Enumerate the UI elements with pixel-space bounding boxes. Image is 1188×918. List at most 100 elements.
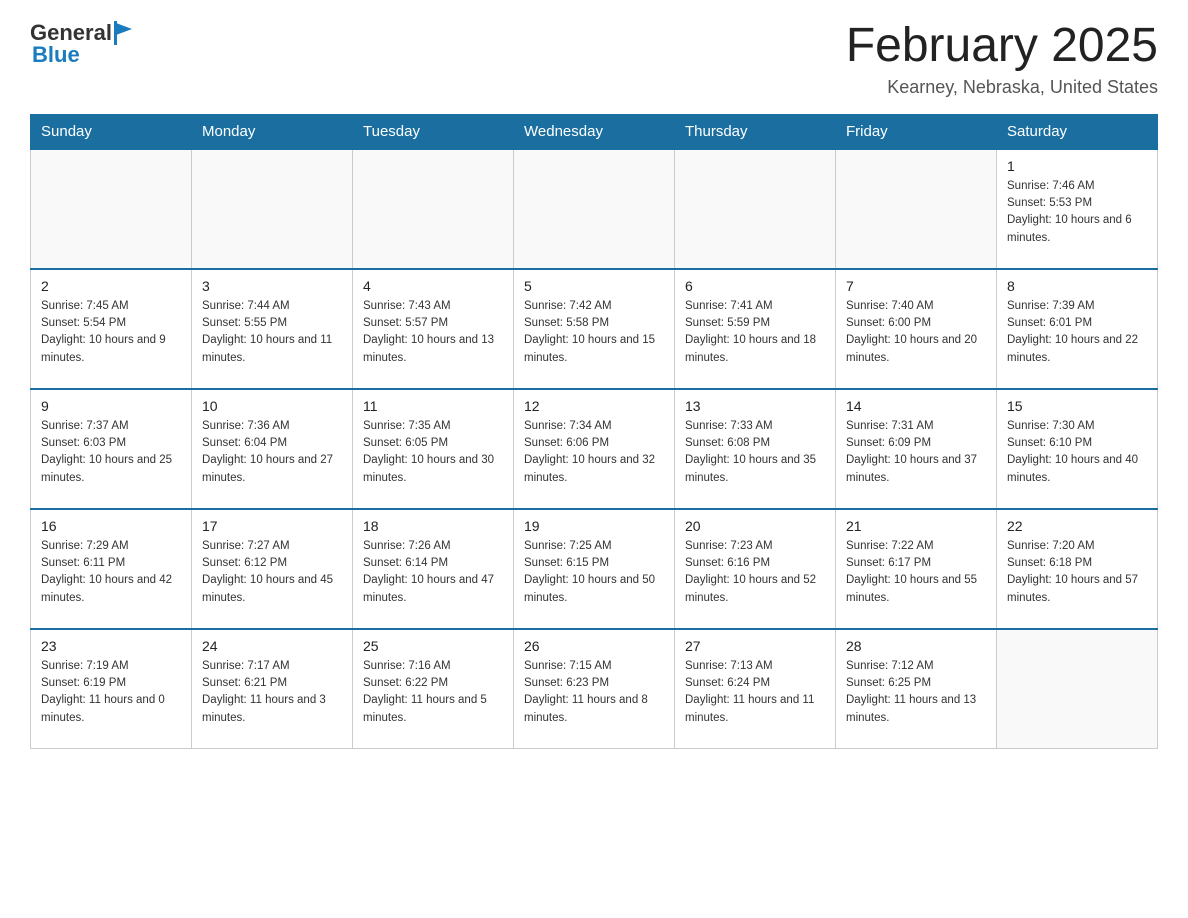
day-info: Sunrise: 7:45 AMSunset: 5:54 PMDaylight:… (41, 298, 181, 367)
calendar-day-cell: 21 Sunrise: 7:22 AMSunset: 6:17 PMDayligh… (836, 509, 997, 629)
day-of-week-header: Tuesday (353, 114, 514, 149)
calendar-day-cell: 12 Sunrise: 7:34 AMSunset: 6:06 PMDayligh… (514, 389, 675, 509)
calendar-day-cell: 5 Sunrise: 7:42 AMSunset: 5:58 PMDaylight… (514, 269, 675, 389)
day-number: 11 (363, 398, 503, 414)
day-info: Sunrise: 7:27 AMSunset: 6:12 PMDaylight:… (202, 538, 342, 607)
day-info: Sunrise: 7:31 AMSunset: 6:09 PMDaylight:… (846, 418, 986, 487)
day-number: 23 (41, 638, 181, 654)
day-number: 25 (363, 638, 503, 654)
calendar-day-cell: 19 Sunrise: 7:25 AMSunset: 6:15 PMDayligh… (514, 509, 675, 629)
day-info: Sunrise: 7:12 AMSunset: 6:25 PMDaylight:… (846, 658, 986, 727)
location-subtitle: Kearney, Nebraska, United States (846, 77, 1158, 98)
day-number: 21 (846, 518, 986, 534)
day-info: Sunrise: 7:42 AMSunset: 5:58 PMDaylight:… (524, 298, 664, 367)
calendar-day-cell: 20 Sunrise: 7:23 AMSunset: 6:16 PMDayligh… (675, 509, 836, 629)
calendar-week-row: 16 Sunrise: 7:29 AMSunset: 6:11 PMDayligh… (31, 509, 1158, 629)
day-info: Sunrise: 7:17 AMSunset: 6:21 PMDaylight:… (202, 658, 342, 727)
day-info: Sunrise: 7:33 AMSunset: 6:08 PMDaylight:… (685, 418, 825, 487)
calendar-day-cell (192, 149, 353, 269)
day-number: 4 (363, 278, 503, 294)
day-of-week-header: Saturday (997, 114, 1158, 149)
calendar-day-cell: 9 Sunrise: 7:37 AMSunset: 6:03 PMDaylight… (31, 389, 192, 509)
calendar-day-cell: 25 Sunrise: 7:16 AMSunset: 6:22 PMDayligh… (353, 629, 514, 749)
day-info: Sunrise: 7:46 AMSunset: 5:53 PMDaylight:… (1007, 178, 1147, 247)
day-number: 13 (685, 398, 825, 414)
day-number: 9 (41, 398, 181, 414)
day-number: 12 (524, 398, 664, 414)
day-info: Sunrise: 7:44 AMSunset: 5:55 PMDaylight:… (202, 298, 342, 367)
day-info: Sunrise: 7:16 AMSunset: 6:22 PMDaylight:… (363, 658, 503, 727)
day-info: Sunrise: 7:37 AMSunset: 6:03 PMDaylight:… (41, 418, 181, 487)
calendar-day-cell: 18 Sunrise: 7:26 AMSunset: 6:14 PMDayligh… (353, 509, 514, 629)
day-of-week-header: Monday (192, 114, 353, 149)
day-number: 5 (524, 278, 664, 294)
day-info: Sunrise: 7:25 AMSunset: 6:15 PMDaylight:… (524, 538, 664, 607)
calendar-day-cell: 16 Sunrise: 7:29 AMSunset: 6:11 PMDayligh… (31, 509, 192, 629)
day-info: Sunrise: 7:22 AMSunset: 6:17 PMDaylight:… (846, 538, 986, 607)
calendar-day-cell: 26 Sunrise: 7:15 AMSunset: 6:23 PMDayligh… (514, 629, 675, 749)
calendar-day-cell: 22 Sunrise: 7:20 AMSunset: 6:18 PMDayligh… (997, 509, 1158, 629)
calendar-day-cell: 24 Sunrise: 7:17 AMSunset: 6:21 PMDayligh… (192, 629, 353, 749)
calendar-day-cell: 27Sunrise: 7:13 AMSunset: 6:24 PMDayligh… (675, 629, 836, 749)
day-info: Sunrise: 7:19 AMSunset: 6:19 PMDaylight:… (41, 658, 181, 727)
calendar-day-cell (675, 149, 836, 269)
day-number: 14 (846, 398, 986, 414)
day-number: 6 (685, 278, 825, 294)
day-info: Sunrise: 7:26 AMSunset: 6:14 PMDaylight:… (363, 538, 503, 607)
day-of-week-header: Friday (836, 114, 997, 149)
calendar-day-cell (836, 149, 997, 269)
day-number: 17 (202, 518, 342, 534)
day-number: 20 (685, 518, 825, 534)
day-info: Sunrise: 7:35 AMSunset: 6:05 PMDaylight:… (363, 418, 503, 487)
calendar-day-cell (514, 149, 675, 269)
calendar-day-cell: 8 Sunrise: 7:39 AMSunset: 6:01 PMDaylight… (997, 269, 1158, 389)
day-info: Sunrise: 7:29 AMSunset: 6:11 PMDaylight:… (41, 538, 181, 607)
day-number: 16 (41, 518, 181, 534)
day-number: 18 (363, 518, 503, 534)
title-block: February 2025 Kearney, Nebraska, United … (846, 20, 1158, 98)
calendar-week-row: 23 Sunrise: 7:19 AMSunset: 6:19 PMDayligh… (31, 629, 1158, 749)
day-info: Sunrise: 7:34 AMSunset: 6:06 PMDaylight:… (524, 418, 664, 487)
calendar-day-cell: 6 Sunrise: 7:41 AMSunset: 5:59 PMDaylight… (675, 269, 836, 389)
calendar-week-row: 2 Sunrise: 7:45 AMSunset: 5:54 PMDaylight… (31, 269, 1158, 389)
page-header: General Blue February 2025 Kearney, Nebr… (30, 20, 1158, 98)
day-info: Sunrise: 7:23 AMSunset: 6:16 PMDaylight:… (685, 538, 825, 607)
day-of-week-header: Wednesday (514, 114, 675, 149)
day-of-week-header: Thursday (675, 114, 836, 149)
day-info: Sunrise: 7:30 AMSunset: 6:10 PMDaylight:… (1007, 418, 1147, 487)
day-of-week-header: Sunday (31, 114, 192, 149)
day-info: Sunrise: 7:15 AMSunset: 6:23 PMDaylight:… (524, 658, 664, 727)
calendar-day-cell: 2 Sunrise: 7:45 AMSunset: 5:54 PMDaylight… (31, 269, 192, 389)
day-info: Sunrise: 7:20 AMSunset: 6:18 PMDaylight:… (1007, 538, 1147, 607)
day-info: Sunrise: 7:43 AMSunset: 5:57 PMDaylight:… (363, 298, 503, 367)
day-number: 7 (846, 278, 986, 294)
day-number: 3 (202, 278, 342, 294)
calendar-day-cell: 1Sunrise: 7:46 AMSunset: 5:53 PMDaylight… (997, 149, 1158, 269)
calendar-day-cell: 10Sunrise: 7:36 AMSunset: 6:04 PMDayligh… (192, 389, 353, 509)
calendar-day-cell: 28 Sunrise: 7:12 AMSunset: 6:25 PMDayligh… (836, 629, 997, 749)
calendar-table: SundayMondayTuesdayWednesdayThursdayFrid… (30, 114, 1158, 750)
day-info: Sunrise: 7:41 AMSunset: 5:59 PMDaylight:… (685, 298, 825, 367)
calendar-day-cell (31, 149, 192, 269)
calendar-header-row: SundayMondayTuesdayWednesdayThursdayFrid… (31, 114, 1158, 149)
day-number: 15 (1007, 398, 1147, 414)
calendar-day-cell: 14 Sunrise: 7:31 AMSunset: 6:09 PMDayligh… (836, 389, 997, 509)
calendar-week-row: 1Sunrise: 7:46 AMSunset: 5:53 PMDaylight… (31, 149, 1158, 269)
day-number: 26 (524, 638, 664, 654)
calendar-day-cell: 15 Sunrise: 7:30 AMSunset: 6:10 PMDayligh… (997, 389, 1158, 509)
day-info: Sunrise: 7:36 AMSunset: 6:04 PMDaylight:… (202, 418, 342, 487)
month-title: February 2025 (846, 20, 1158, 73)
day-info: Sunrise: 7:39 AMSunset: 6:01 PMDaylight:… (1007, 298, 1147, 367)
day-info: Sunrise: 7:13 AMSunset: 6:24 PMDaylight:… (685, 658, 825, 727)
calendar-day-cell (353, 149, 514, 269)
day-number: 2 (41, 278, 181, 294)
calendar-week-row: 9 Sunrise: 7:37 AMSunset: 6:03 PMDaylight… (31, 389, 1158, 509)
day-number: 22 (1007, 518, 1147, 534)
calendar-day-cell: 11 Sunrise: 7:35 AMSunset: 6:05 PMDayligh… (353, 389, 514, 509)
day-number: 24 (202, 638, 342, 654)
day-number: 8 (1007, 278, 1147, 294)
day-number: 28 (846, 638, 986, 654)
calendar-day-cell: 3 Sunrise: 7:44 AMSunset: 5:55 PMDaylight… (192, 269, 353, 389)
calendar-day-cell: 13 Sunrise: 7:33 AMSunset: 6:08 PMDayligh… (675, 389, 836, 509)
day-number: 19 (524, 518, 664, 534)
